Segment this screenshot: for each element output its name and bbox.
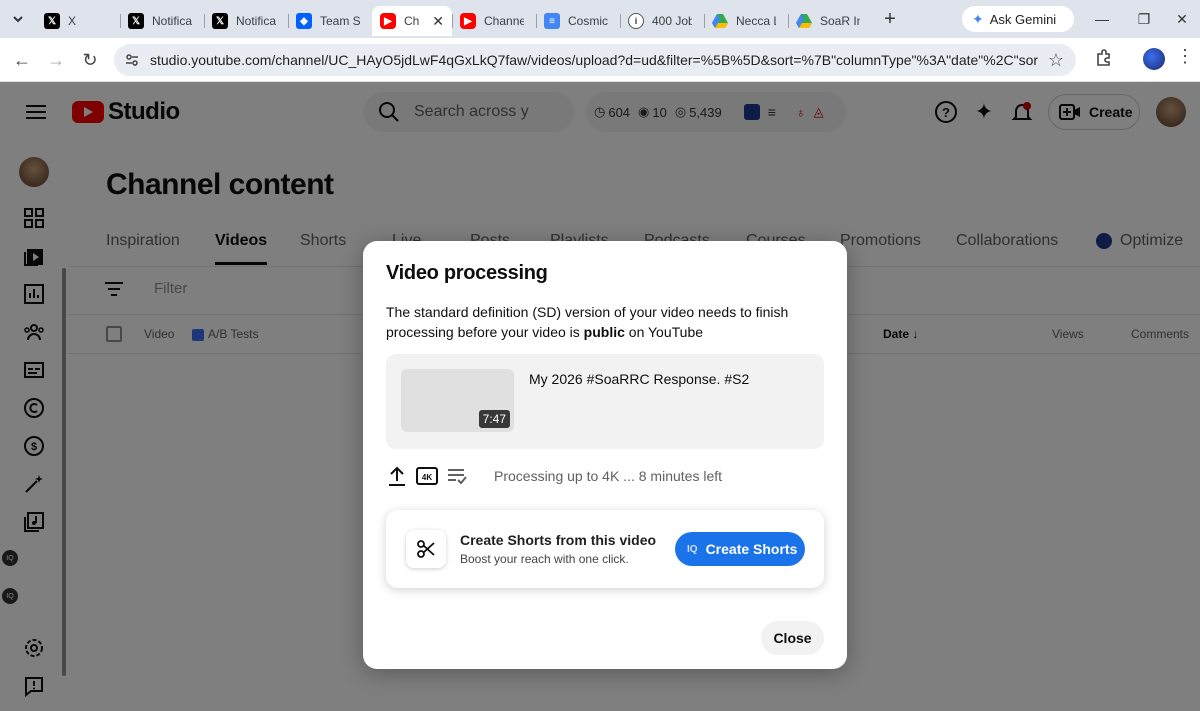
browser-tab[interactable]: ◆ Team Sa [288, 6, 372, 36]
browser-tab[interactable]: 𝕏 Notifica [204, 6, 288, 36]
video-title: My 2026 #SoaRRC Response. #S2 [529, 371, 750, 387]
svg-text:4K: 4K [422, 473, 432, 482]
create-shorts-button[interactable]: IQ Create Shorts [675, 532, 805, 566]
browser-tab[interactable]: 𝕏 X [36, 6, 120, 36]
ask-gemini-button[interactable]: ✦ Ask Gemini [962, 6, 1074, 32]
scissors-icon [406, 530, 446, 568]
x-icon: 𝕏 [44, 13, 60, 29]
youtube-icon: ▶ [460, 13, 476, 29]
tab-label: Ch [404, 14, 420, 28]
extensions-puzzle-icon[interactable] [1092, 46, 1116, 70]
video-card: 7:47 My 2026 #SoaRRC Response. #S2 [386, 354, 824, 449]
video-duration: 7:47 [478, 410, 510, 428]
browser-tab[interactable]: ▶ Channe [452, 6, 536, 36]
browser-tab[interactable]: ≡ Cosmic [536, 6, 620, 36]
tab-label: Notifica [236, 14, 276, 28]
docs-icon: ≡ [544, 13, 560, 29]
reload-icon: ↻ [82, 49, 98, 70]
tab-label: Necca L [736, 14, 776, 28]
back-button[interactable]: ← [8, 46, 36, 74]
tab-label: SoaR In [820, 14, 860, 28]
arrow-left-icon: ← [13, 49, 31, 70]
minimize-button[interactable]: — [1080, 0, 1124, 38]
dialog-title: Video processing [386, 262, 548, 284]
arrow-right-icon: → [47, 49, 65, 70]
browser-tab[interactable]: Necca L [704, 6, 788, 36]
forward-button[interactable]: → [42, 46, 70, 74]
dialog-description: The standard definition (SD) version of … [386, 302, 816, 342]
site-settings-icon [126, 54, 138, 66]
x-icon: 𝕏 [128, 13, 144, 29]
browser-tab-active[interactable]: ▶ Ch ✕ [372, 6, 452, 36]
close-icon: ✕ [1176, 10, 1188, 27]
video-processing-dialog: Video processing The standard definition… [363, 241, 847, 669]
upload-icon [386, 465, 408, 487]
browser-tab[interactable]: 𝕏 Notifica [120, 6, 204, 36]
close-tab-icon[interactable]: ✕ [432, 13, 444, 30]
reload-button[interactable]: ↻ [76, 46, 104, 74]
video-thumbnail[interactable]: 7:47 [401, 369, 514, 432]
shorts-card-title: Create Shorts from this video [460, 532, 657, 548]
x-icon: 𝕏 [212, 13, 228, 29]
gemini-label: Ask Gemini [989, 11, 1057, 27]
tab-label: 400 Job [652, 14, 692, 28]
browser-profile-avatar[interactable] [1143, 48, 1165, 70]
tab-label: Team Sa [320, 14, 360, 28]
address-bar: ← → ↻ studio.youtube.com/channel/UC_HAyO… [0, 38, 1200, 82]
processing-text: Processing up to 4K ... 8 minutes left [494, 468, 723, 484]
desc-text-end: on YouTube [624, 324, 704, 340]
url-bar[interactable]: studio.youtube.com/channel/UC_HAyO5jdLwF… [114, 44, 1076, 76]
chevron-down-icon [13, 16, 23, 23]
tab-label: Channe [484, 14, 524, 28]
info-icon: i [628, 13, 644, 29]
checks-list-icon [446, 465, 468, 487]
restore-icon: ❐ [1137, 10, 1151, 27]
desc-bold: public [583, 324, 625, 340]
close-label: Close [773, 630, 812, 646]
drive-icon [796, 14, 812, 28]
browser-menu-icon[interactable]: ⋮ [1176, 46, 1194, 67]
minimize-icon: — [1095, 11, 1109, 27]
create-shorts-label: Create Shorts [705, 541, 798, 557]
close-window-button[interactable]: ✕ [1160, 0, 1200, 38]
browser-tab[interactable]: i 400 Job [620, 6, 704, 36]
vidiq-logo-icon: IQ [687, 543, 698, 555]
close-button[interactable]: Close [761, 621, 824, 655]
shorts-card-subtitle: Boost your reach with one click. [460, 552, 629, 566]
url-text: studio.youtube.com/channel/UC_HAyO5jdLwF… [150, 52, 1038, 68]
tab-label: Cosmic [568, 14, 608, 28]
browser-tab[interactable]: SoaR In [788, 6, 872, 36]
drive-icon [712, 14, 728, 28]
4k-icon: 4K [416, 465, 438, 487]
gemini-sparkle-icon: ✦ [972, 10, 984, 27]
tab-label: X [68, 14, 77, 28]
youtube-icon: ▶ [380, 13, 396, 29]
bookmark-star-icon[interactable]: ☆ [1048, 50, 1064, 71]
tab-search-button[interactable] [0, 0, 36, 38]
tab-label: Notifica [152, 14, 192, 28]
create-shorts-card: Create Shorts from this video Boost your… [386, 510, 824, 588]
new-tab-button[interactable]: + [872, 4, 908, 34]
processing-status: 4K Processing up to 4K ... 8 minutes lef… [386, 464, 824, 488]
dropbox-icon: ◆ [296, 13, 312, 29]
